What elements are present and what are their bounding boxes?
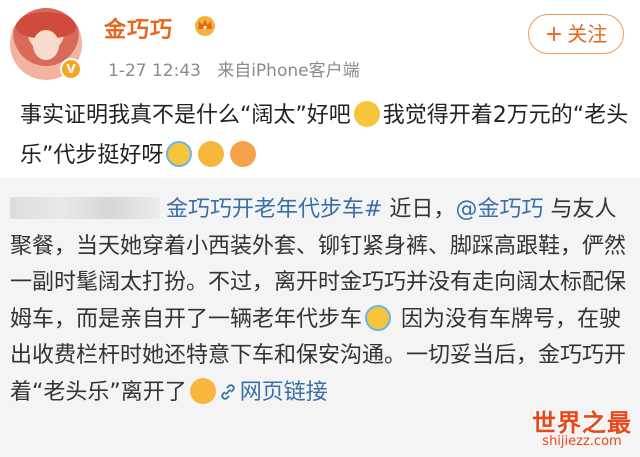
post-meta: 1-27 12:43 来自iPhone客户端: [108, 56, 360, 81]
watermark-main: 世界之最: [532, 409, 632, 437]
post-time: 1-27 12:43: [108, 61, 201, 81]
verified-badge-icon: V: [60, 58, 82, 80]
laugh-cry-emoji-icon: [365, 304, 392, 331]
post-text-1: 事实证明我真不是什么“阔太”好吧: [20, 103, 351, 128]
drool-emoji-icon: [230, 141, 257, 167]
mention-link[interactable]: @金巧巧: [455, 197, 543, 222]
laugh-cry-emoji-icon: [166, 141, 193, 167]
repost-text: 金巧巧开老年代步车# 近日，@金巧巧 与友人聚餐，当天她穿着小西装外套、铆钉紧身…: [10, 192, 634, 411]
username[interactable]: 金巧巧: [104, 12, 173, 44]
crown-icon: [195, 16, 215, 36]
web-link-label: 网页链接: [239, 379, 328, 405]
doge-emoji-icon: [189, 377, 216, 404]
post-source[interactable]: iPhone客户端: [251, 61, 359, 81]
avatar-face: [33, 30, 59, 60]
blurred-username: [10, 197, 160, 219]
source-prefix: 来自: [217, 61, 252, 81]
post-body: 事实证明我真不是什么“阔太”好吧 我觉得开着2万元的“老头乐”代步挺好呀: [20, 96, 630, 176]
repost-card[interactable]: 金巧巧开老年代步车# 近日，@金巧巧 与友人聚餐，当天她穿着小西装外套、铆钉紧身…: [0, 178, 640, 457]
link-icon: [221, 383, 235, 400]
watermark-sub: shijiezz.com: [542, 434, 622, 449]
site-watermark: 世界之最 shijiezz.com: [532, 403, 632, 449]
follow-label: 关注: [567, 22, 608, 46]
follow-button[interactable]: + 关注: [528, 14, 624, 54]
post-header: V 金巧巧 1-27 12:43 来自iPhone客户端 + 关注: [0, 0, 640, 92]
hashtag-link[interactable]: 金巧巧开老年代步车#: [166, 197, 382, 222]
hug-emoji-icon: [353, 101, 380, 127]
tongue-emoji-icon: [198, 141, 225, 167]
repost-text-1: 近日，: [382, 197, 456, 222]
plus-icon: +: [544, 22, 564, 47]
web-link[interactable]: 网页链接: [219, 380, 328, 405]
